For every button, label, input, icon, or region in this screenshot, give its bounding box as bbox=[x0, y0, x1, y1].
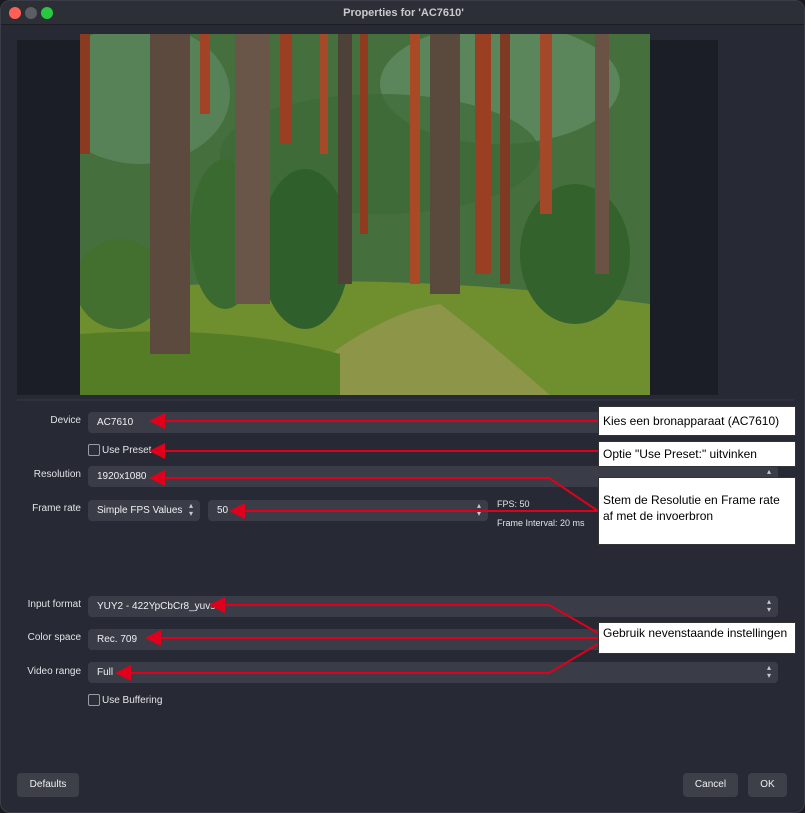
format-callout: Gebruik nevenstaande instellingen bbox=[598, 622, 796, 654]
fps-value-select[interactable]: 50 ▴ ▾ bbox=[208, 500, 488, 521]
chevron-updown-icon: ▴▾ bbox=[188, 501, 193, 518]
color-space-value: Rec. 709 bbox=[97, 634, 138, 645]
video-range-value: Full bbox=[97, 667, 114, 678]
use-preset-checkbox[interactable] bbox=[88, 444, 100, 456]
ok-button[interactable]: OK bbox=[748, 773, 787, 797]
cancel-button[interactable]: Cancel bbox=[683, 773, 738, 797]
chevron-updown-icon: ▴▾ bbox=[766, 663, 771, 680]
resolution-label: Resolution bbox=[33, 469, 81, 480]
use-buffering-label: Use Buffering bbox=[102, 695, 163, 706]
fps-value: 50 bbox=[217, 505, 229, 516]
properties-window: Properties for 'AC7610' Device AC7610 Us… bbox=[0, 0, 805, 813]
fps-info: FPS: 50 bbox=[497, 499, 530, 509]
chevron-updown-icon: ▴▾ bbox=[476, 501, 481, 518]
use-preset-label: Use Preset bbox=[102, 445, 152, 456]
input-format-label: Input format bbox=[27, 599, 81, 610]
device-label: Device bbox=[50, 415, 81, 426]
title-bar: Properties for 'AC7610' bbox=[1, 1, 804, 25]
frame-interval-info: Frame Interval: 20 ms bbox=[497, 518, 585, 528]
device-value: AC7610 bbox=[97, 417, 134, 428]
frame-rate-label: Frame rate bbox=[32, 503, 81, 514]
window-title: Properties for 'AC7610' bbox=[343, 7, 464, 19]
chevron-updown-icon: ▴▾ bbox=[766, 597, 771, 614]
input-format-value: YUY2 - 422YpCbCr8_yuvs bbox=[97, 601, 216, 612]
video-range-label: Video range bbox=[27, 666, 81, 677]
device-callout: Kies een bronapparaat (AC7610) bbox=[598, 406, 796, 436]
video-range-select[interactable]: Full ▴ ▾ bbox=[88, 662, 778, 683]
fps-mode-select[interactable]: Simple FPS Values ▴ ▾ bbox=[88, 500, 200, 521]
input-format-select[interactable]: YUY2 - 422YpCbCr8_yuvs ▴ ▾ bbox=[88, 596, 778, 617]
fps-mode-value: Simple FPS Values bbox=[97, 505, 183, 516]
resolution-callout: Stem de Resolutie en Frame rate af met d… bbox=[598, 477, 796, 545]
resolution-value: 1920x1080 bbox=[97, 471, 147, 482]
preset-callout: Optie "Use Preset:" uitvinken bbox=[598, 441, 796, 467]
use-buffering-checkbox[interactable] bbox=[88, 694, 100, 706]
defaults-button[interactable]: Defaults bbox=[17, 773, 79, 797]
divider bbox=[17, 399, 794, 401]
color-space-label: Color space bbox=[27, 632, 81, 643]
forest-preview-image bbox=[80, 34, 650, 395]
